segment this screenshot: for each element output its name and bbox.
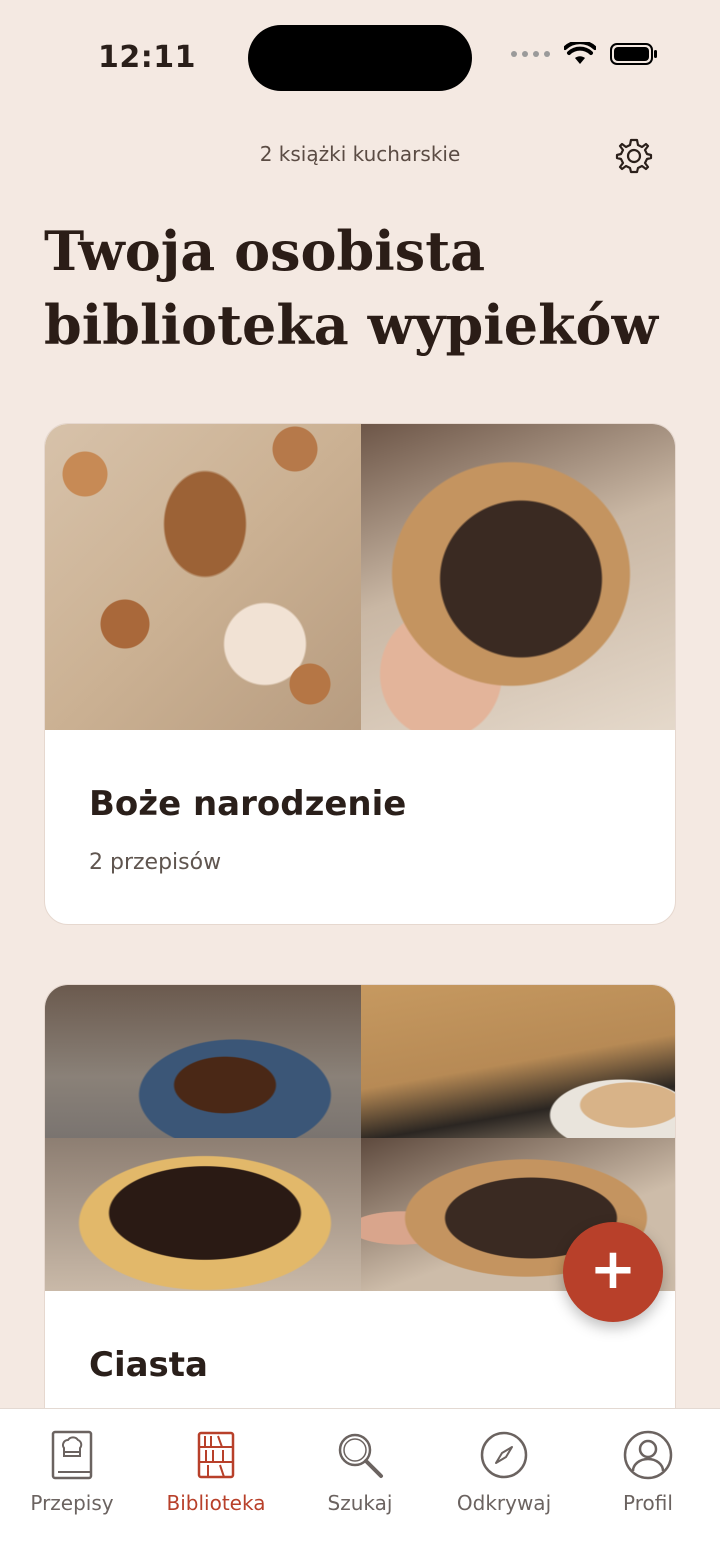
cookbook-card[interactable]: Ciasta: [44, 984, 676, 1444]
cover-photo-gingerbread: [45, 424, 361, 730]
status-bar: 12:11: [0, 0, 720, 120]
tab-odkrywaj[interactable]: Odkrywaj: [434, 1429, 574, 1515]
signal-dots-icon: [511, 51, 550, 57]
add-cookbook-button[interactable]: +: [563, 1222, 663, 1322]
profile-icon: [623, 1430, 673, 1480]
tab-bar: Przepisy Biblioteka Szukaj Odkrywaj Prof…: [0, 1408, 720, 1565]
cover-photo-brownie: [45, 985, 361, 1138]
tab-label: Odkrywaj: [456, 1491, 552, 1515]
search-icon: [338, 1433, 383, 1478]
bookshelf-icon: [197, 1431, 235, 1479]
cookbook-count: 2 książki kucharskie: [259, 142, 461, 166]
tab-label: Biblioteka: [166, 1491, 266, 1515]
cookbook-cover-mosaic: [45, 424, 675, 730]
cookbook-title: Boże narodzenie: [89, 784, 407, 824]
tab-label: Szukaj: [327, 1491, 393, 1515]
tab-profil[interactable]: Profil: [578, 1429, 718, 1515]
page-title: Twoja osobista biblioteka wypieków: [44, 219, 658, 357]
book-chef-icon: [51, 1430, 93, 1480]
cookbook-title: Ciasta: [89, 1345, 208, 1385]
cover-photo-crumble-cake: [361, 985, 675, 1138]
wifi-icon: [564, 42, 596, 64]
cover-photo-cheesecake: [45, 1138, 361, 1291]
status-icons: [511, 42, 658, 66]
tab-przepisy[interactable]: Przepisy: [2, 1429, 142, 1515]
plus-icon: +: [589, 1237, 637, 1302]
tab-label: Przepisy: [30, 1491, 114, 1515]
tab-biblioteka[interactable]: Biblioteka: [146, 1429, 286, 1515]
tab-szukaj[interactable]: Szukaj: [290, 1429, 430, 1515]
status-time: 12:11: [98, 40, 196, 75]
compass-icon: [480, 1431, 528, 1479]
tab-label: Profil: [623, 1491, 673, 1515]
cover-photo-poppy-seed-roll: [361, 424, 675, 730]
battery-icon: [610, 43, 657, 65]
dynamic-island: [248, 25, 472, 91]
cookbook-recipe-count: 2 przepisów: [89, 850, 222, 875]
gear-icon[interactable]: [614, 136, 654, 176]
cookbook-card[interactable]: Boże narodzenie 2 przepisów: [44, 423, 676, 925]
